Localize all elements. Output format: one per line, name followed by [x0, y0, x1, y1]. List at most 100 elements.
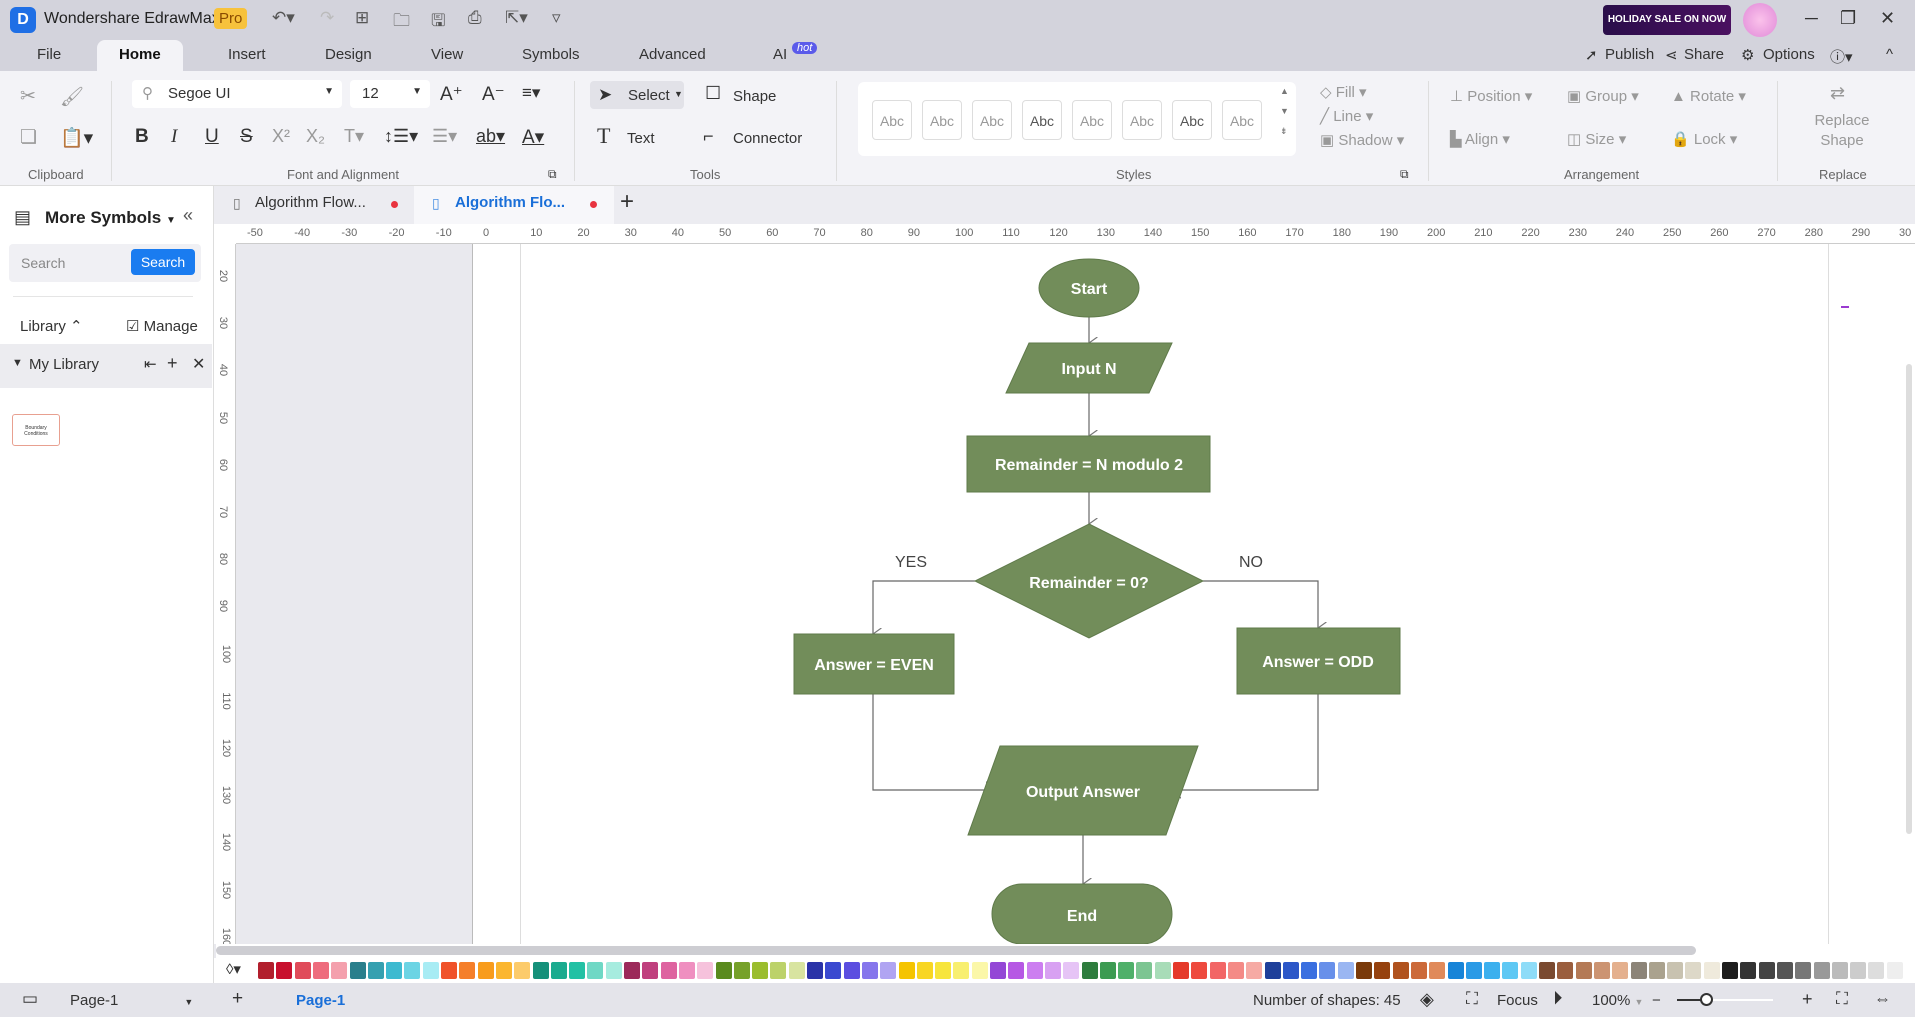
color-swatch[interactable]: [752, 962, 769, 979]
color-swatch[interactable]: [788, 962, 805, 979]
font-size-select[interactable]: 12 ▼: [350, 80, 430, 108]
close-icon[interactable]: ✕: [192, 354, 205, 374]
drawing-canvas[interactable]: Start Input N Remainder = N modulo 2 Rem…: [236, 244, 1915, 944]
new-tab-icon[interactable]: +: [620, 188, 634, 216]
color-swatch[interactable]: [1026, 962, 1043, 979]
color-swatch[interactable]: [477, 962, 494, 979]
tab-symbols[interactable]: Symbols: [522, 46, 580, 63]
color-swatch[interactable]: [1831, 962, 1848, 979]
open-folder-icon[interactable]: 🗀: [393, 8, 410, 37]
tab-advanced[interactable]: Advanced: [639, 46, 706, 63]
italic-icon[interactable]: I: [171, 126, 177, 148]
color-swatch[interactable]: [861, 962, 878, 979]
superscript-icon[interactable]: X²: [272, 126, 290, 147]
color-swatch[interactable]: [1776, 962, 1793, 979]
avatar[interactable]: [1743, 3, 1777, 37]
shadow-button[interactable]: ▣ Shadow ▾: [1320, 131, 1404, 149]
color-swatch[interactable]: [331, 962, 348, 979]
shape-button[interactable]: Shape: [733, 88, 776, 105]
color-swatch[interactable]: [715, 962, 732, 979]
fill-bucket-icon[interactable]: ◊▾: [226, 960, 241, 978]
connector-icon[interactable]: ⌐: [703, 126, 714, 147]
color-swatch[interactable]: [880, 962, 897, 979]
color-swatch[interactable]: [935, 962, 952, 979]
page-tab-active[interactable]: Page-1: [296, 992, 345, 1009]
color-swatch[interactable]: [605, 962, 622, 979]
color-swatch[interactable]: [953, 962, 970, 979]
color-swatch[interactable]: [1374, 962, 1391, 979]
align-icon[interactable]: ≡▾: [522, 83, 540, 103]
color-swatch[interactable]: [1520, 962, 1537, 979]
publish-button[interactable]: Publish: [1605, 46, 1654, 63]
tab-file[interactable]: File: [37, 46, 61, 63]
color-swatch[interactable]: [1410, 962, 1427, 979]
doc-tab-active[interactable]: ▯ Algorithm Flo...: [414, 186, 614, 224]
customize-toolbar-icon[interactable]: ▿: [552, 8, 561, 28]
lock-button[interactable]: 🔒 Lock ▾: [1671, 130, 1737, 148]
tab-home[interactable]: Home: [97, 40, 183, 71]
zoom-in-icon[interactable]: +: [1802, 989, 1813, 1010]
color-swatch[interactable]: [1173, 962, 1189, 979]
color-swatch[interactable]: [1813, 962, 1830, 979]
color-swatch[interactable]: [294, 962, 311, 979]
color-swatch[interactable]: [825, 962, 842, 979]
bold-icon[interactable]: B: [135, 126, 149, 148]
color-swatch[interactable]: [1484, 962, 1501, 979]
color-swatch[interactable]: [1282, 962, 1299, 979]
color-swatch[interactable]: [386, 962, 403, 979]
connector-no[interactable]: [1203, 580, 1318, 628]
text-style-icon[interactable]: T▾: [344, 126, 364, 147]
redo-icon[interactable]: ↷: [320, 8, 334, 28]
collapse-sidebar-icon[interactable]: «: [183, 205, 193, 226]
color-swatch[interactable]: [1154, 962, 1171, 979]
color-swatch[interactable]: [349, 962, 366, 979]
font-color-icon[interactable]: A▾: [522, 126, 544, 149]
color-swatch[interactable]: [1392, 962, 1409, 979]
tab-design[interactable]: Design: [325, 46, 372, 63]
color-swatch[interactable]: [1612, 962, 1629, 979]
color-swatch[interactable]: [1722, 962, 1738, 979]
color-swatch[interactable]: [770, 962, 787, 979]
copy-icon[interactable]: ❏: [20, 126, 37, 149]
font-dialog-icon[interactable]: ⧉: [548, 167, 557, 182]
play-icon[interactable]: ⏵: [1553, 988, 1563, 1010]
color-swatch[interactable]: [1465, 962, 1482, 979]
align-button[interactable]: ▙ Align ▾: [1450, 130, 1510, 148]
color-swatch[interactable]: [1429, 962, 1446, 979]
color-swatch[interactable]: [441, 962, 457, 979]
shape-icon[interactable]: ☐: [705, 83, 721, 104]
color-swatch[interactable]: [990, 962, 1006, 979]
fit-page-icon[interactable]: ⛶: [1836, 989, 1848, 1009]
minimize-icon[interactable]: ─: [1805, 8, 1818, 29]
color-swatch[interactable]: [1502, 962, 1519, 979]
new-icon[interactable]: ⊞: [355, 8, 369, 28]
color-swatch[interactable]: [1447, 962, 1464, 979]
color-swatch[interactable]: [1886, 962, 1903, 979]
close-icon[interactable]: ✕: [1880, 8, 1895, 29]
color-swatch[interactable]: [312, 962, 329, 979]
fill-button[interactable]: ◇ Fill ▾: [1320, 83, 1367, 101]
search-button[interactable]: Search: [131, 249, 195, 275]
color-swatch[interactable]: [1063, 962, 1080, 979]
color-swatch[interactable]: [624, 962, 640, 979]
size-button[interactable]: ◫ Size ▾: [1567, 130, 1626, 148]
style-swatch[interactable]: Abc: [922, 100, 962, 140]
focus-icon[interactable]: ⛶: [1466, 989, 1478, 1009]
tab-insert[interactable]: Insert: [228, 46, 266, 63]
import-icon[interactable]: ⇤: [144, 355, 157, 373]
color-swatch[interactable]: [1081, 962, 1098, 979]
color-swatch[interactable]: [1703, 962, 1720, 979]
my-library-row[interactable]: ▼ My Library ⇤ + ✕: [0, 344, 212, 388]
color-swatch[interactable]: [1685, 962, 1702, 979]
search-input[interactable]: Search: [21, 255, 65, 271]
connector-button[interactable]: Connector: [733, 130, 802, 147]
color-swatch[interactable]: [1301, 962, 1318, 979]
add-page-icon[interactable]: +: [232, 988, 243, 1010]
focus-button[interactable]: Focus: [1497, 992, 1538, 1009]
cut-icon[interactable]: ✂: [20, 85, 36, 108]
color-swatch[interactable]: [1099, 962, 1116, 979]
color-swatch[interactable]: [1044, 962, 1061, 979]
color-swatch[interactable]: [733, 962, 750, 979]
color-swatch[interactable]: [843, 962, 860, 979]
color-swatch[interactable]: [642, 962, 659, 979]
